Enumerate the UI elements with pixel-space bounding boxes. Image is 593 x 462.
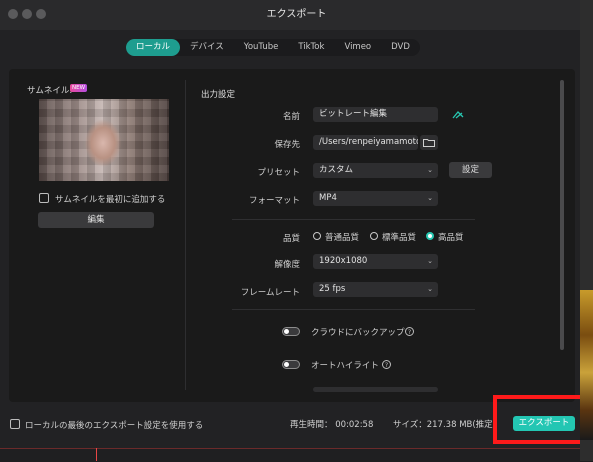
help-icon[interactable]: ? [405,327,414,336]
thumbnail-label: サムネイル: [27,86,73,96]
cloud-backup-toggle[interactable] [282,327,300,336]
quality-high-radio[interactable] [426,232,434,240]
settings-divider [232,309,475,310]
auto-highlight-label: オートハイライト [311,361,379,371]
name-label: 名前 [282,112,300,122]
add-thumbnail-first-label: サムネイルを最初に追加する [55,195,166,205]
thumbnail-preview [39,99,169,181]
resolution-select[interactable]: 1920x1080 ⌄ [313,254,438,269]
thumbnail-image [39,99,169,181]
tab-device[interactable]: デバイス [180,39,234,56]
preset-label: プリセット [257,168,300,178]
browse-folder-button[interactable] [420,135,438,150]
quality-normal-radio[interactable] [313,232,321,240]
quality-standard-radio[interactable] [370,232,378,240]
preset-settings-button[interactable]: 設定 [449,162,492,178]
chevron-down-icon: ⌄ [427,285,433,293]
chevron-down-icon: ⌄ [427,166,433,174]
duration-text: 再生時間： 00:02:58 [290,420,374,430]
format-label: フォーマット [248,196,300,206]
cloud-backup-label: クラウドにバックアップ [311,328,405,338]
frame-rate-select[interactable]: 25 fps ⌄ [313,282,438,297]
tab-dvd[interactable]: DVD [381,39,420,56]
quality-normal-label: 普通品質 [325,233,360,243]
timeline-playhead[interactable] [96,448,97,461]
name-input[interactable]: ビットレート編集 [313,107,438,122]
export-target-tabs: ローカル デバイス YouTube TikTok Vimeo DVD [126,39,420,56]
preset-value: カスタム [319,165,354,175]
settings-divider [232,219,475,220]
estimated-size-text: サイズ：217.38 MB(推定) [393,420,496,430]
folder-icon [423,139,435,147]
partially-hidden-select[interactable] [313,387,438,392]
new-badge: NEW [70,84,87,92]
format-value: MP4 [319,193,337,203]
preset-select[interactable]: カスタム ⌄ [313,163,438,178]
quality-label: 品質 [282,234,300,244]
save-location-input[interactable]: /Users/renpeiyamamoto/ [313,135,418,150]
resolution-label: 解像度 [274,260,300,270]
save-location-label: 保存先 [274,140,300,150]
help-icon[interactable]: ? [382,360,391,369]
export-dialog: エクスポート ローカル デバイス YouTube TikTok Vimeo DV… [0,0,593,462]
timeline-strip [0,448,580,462]
settings-scrollbar[interactable] [560,80,564,350]
tab-vimeo[interactable]: Vimeo [334,39,381,56]
tab-tiktok[interactable]: TikTok [288,39,334,56]
quality-high-label: 高品質 [438,233,464,243]
auto-highlight-toggle[interactable] [282,360,300,369]
output-settings-title: 出力設定 [201,90,236,100]
chevron-down-icon: ⌄ [427,194,433,202]
quality-standard-label: 標準品質 [382,233,417,243]
title-bar: エクスポート [0,0,593,30]
format-select[interactable]: MP4 ⌄ [313,191,438,206]
chevron-down-icon: ⌄ [427,257,433,265]
add-thumbnail-first-checkbox[interactable] [39,193,49,203]
panel-divider [185,80,186,390]
use-last-settings-label: ローカルの最後のエクスポート設定を使用する [25,421,204,431]
export-button-highlight [493,395,587,444]
frame-rate-label: フレームレート [240,288,300,298]
frame-rate-value: 25 fps [319,284,346,294]
resolution-value: 1920x1080 [319,256,368,266]
ai-sparkle-icon[interactable] [451,109,465,120]
window-title: エクスポート [266,9,327,20]
tab-youtube[interactable]: YouTube [234,39,289,56]
edit-thumbnail-button[interactable]: 編集 [38,212,154,228]
tab-local[interactable]: ローカル [126,39,181,56]
editor-media-thumbnails [580,290,593,440]
use-last-settings-checkbox[interactable] [10,419,20,429]
